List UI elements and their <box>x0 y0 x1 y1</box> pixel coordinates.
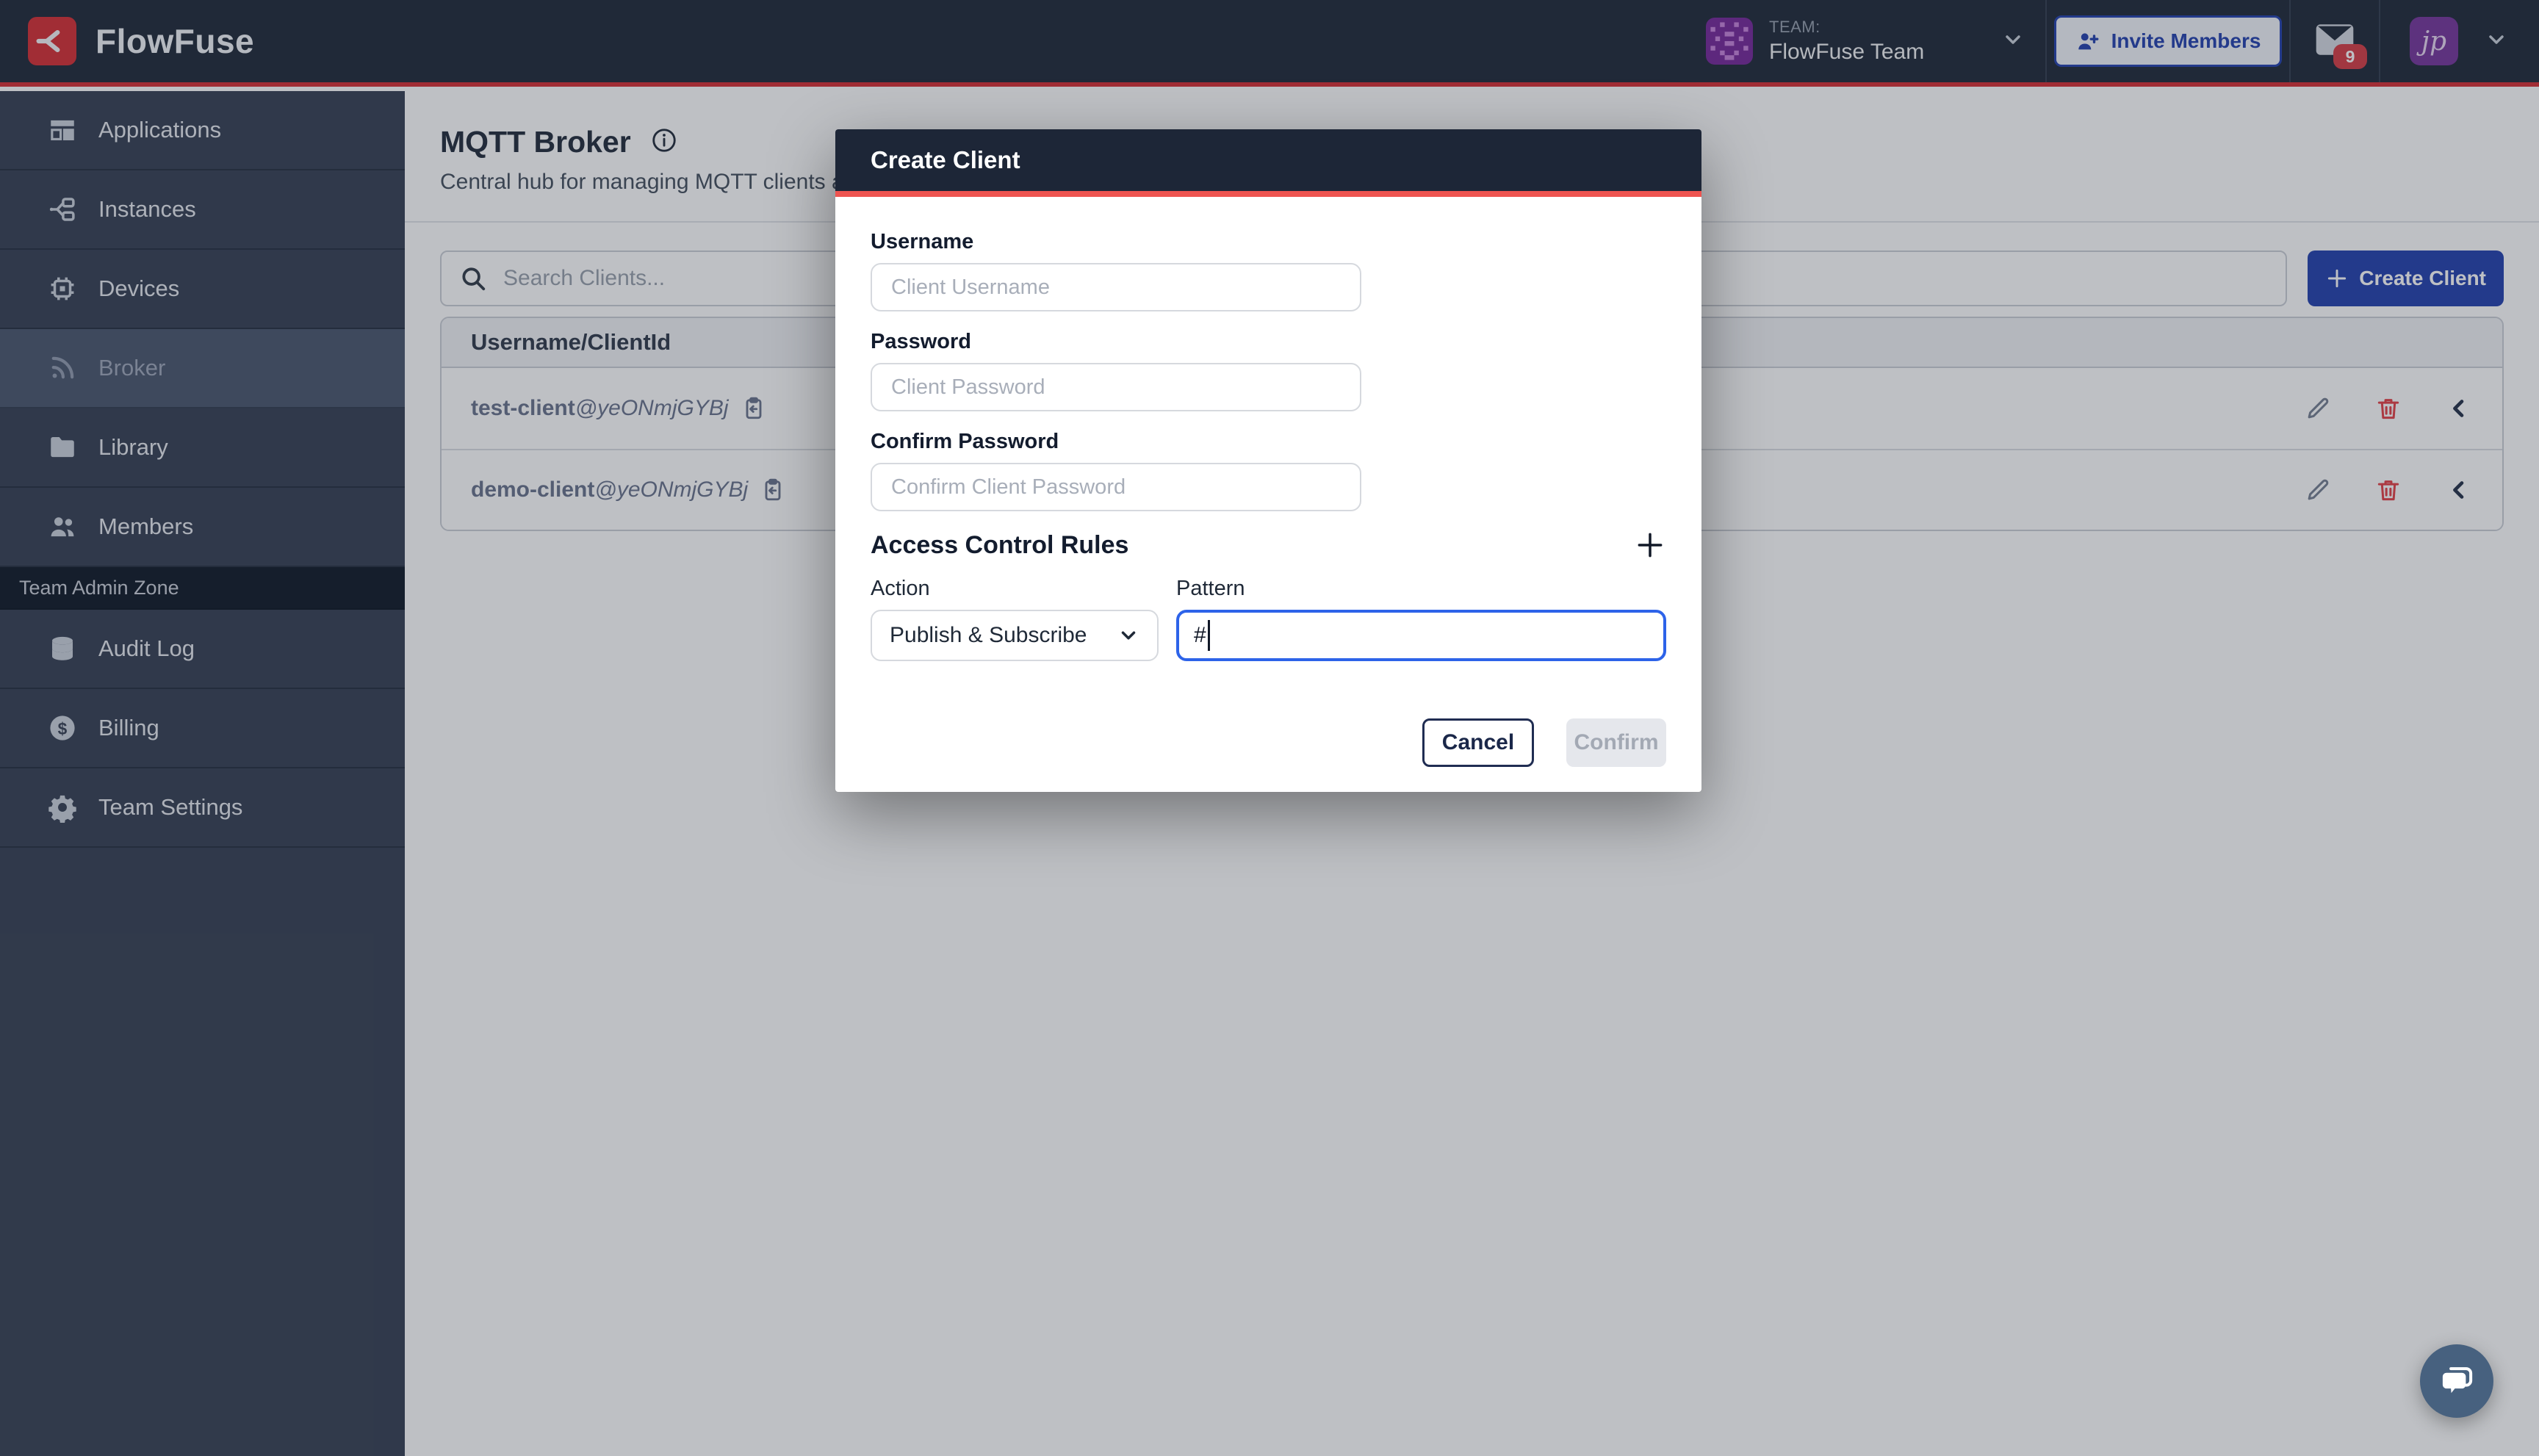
pattern-label: Pattern <box>1176 576 1666 601</box>
pattern-input[interactable]: # <box>1176 610 1666 661</box>
action-select-value: Publish & Subscribe <box>890 623 1087 648</box>
acl-heading: Access Control Rules <box>871 531 1128 560</box>
text-cursor <box>1208 620 1210 651</box>
chevron-down-icon <box>1117 624 1139 646</box>
cancel-button[interactable]: Cancel <box>1422 718 1534 767</box>
username-label: Username <box>871 229 1666 254</box>
action-select[interactable]: Publish & Subscribe <box>871 610 1159 661</box>
password-field[interactable] <box>871 363 1361 411</box>
modal-body: Username Password Confirm Password Acces… <box>835 197 1701 767</box>
confirm-password-field[interactable] <box>871 463 1361 511</box>
modal-title: Create Client <box>871 146 1020 174</box>
confirm-password-label: Confirm Password <box>871 429 1666 454</box>
chat-icon <box>2437 1361 2477 1401</box>
password-label: Password <box>871 329 1666 354</box>
pattern-value: # <box>1194 623 1206 648</box>
action-label: Action <box>871 576 1159 601</box>
username-field[interactable] <box>871 263 1361 311</box>
chat-widget-button[interactable] <box>2420 1344 2493 1418</box>
modal-header: Create Client <box>835 129 1701 197</box>
confirm-button[interactable]: Confirm <box>1566 718 1666 767</box>
create-client-modal: Create Client Username Password Confirm … <box>835 129 1701 792</box>
add-rule-icon[interactable] <box>1634 529 1666 561</box>
